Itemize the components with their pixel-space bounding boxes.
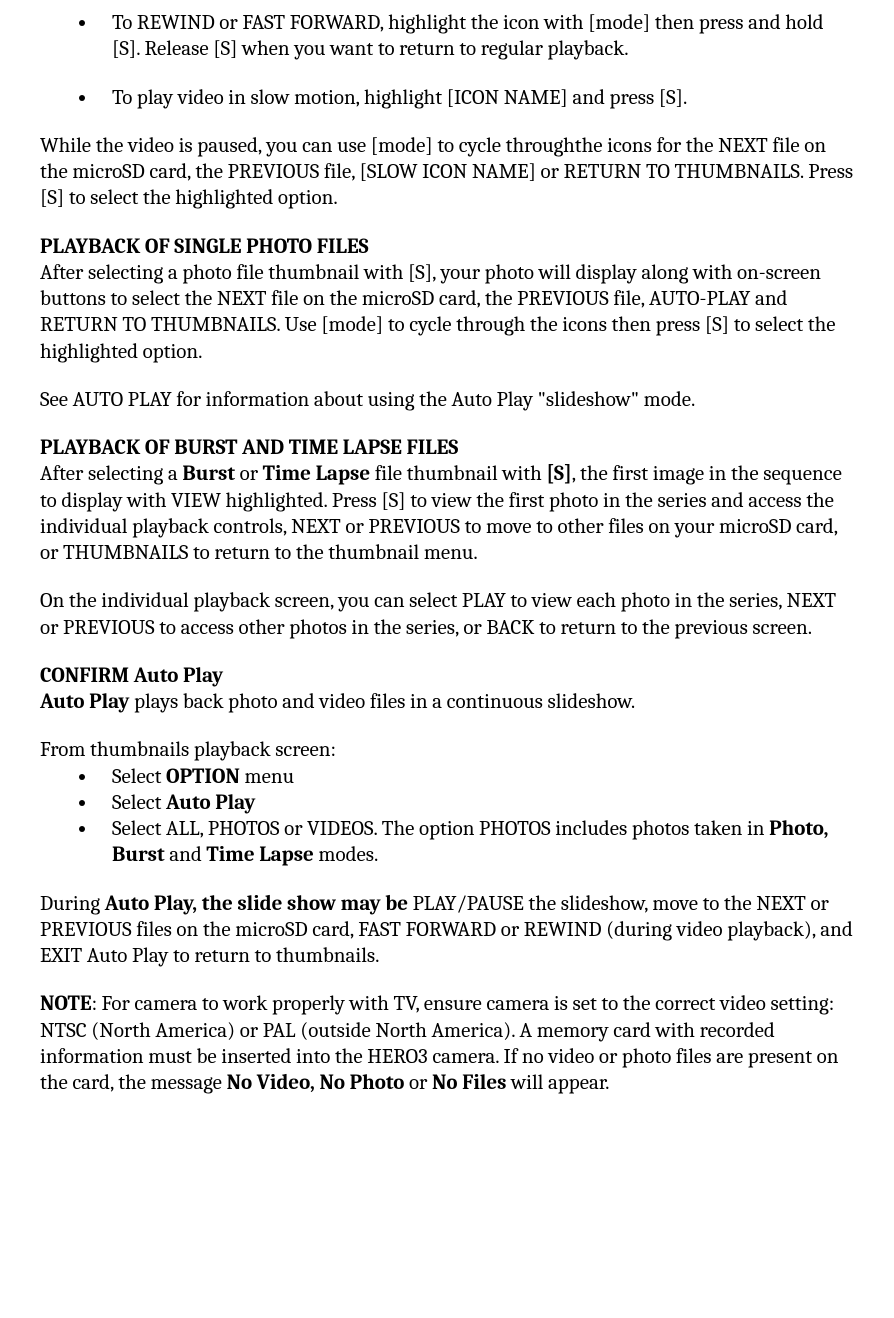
paragraph-single-photo: After selecting a photo file thumbnail w…: [40, 260, 854, 365]
step-select-option: Select OPTION menu: [98, 764, 854, 790]
paragraph-see-autoplay: See AUTO PLAY for information about usin…: [40, 387, 854, 413]
heading-burst-timelapse: PLAYBACK OF BURST AND TIME LAPSE FILES: [40, 435, 854, 461]
paragraph-note: NOTE: For camera to work properly with T…: [40, 991, 854, 1096]
step-select-autoplay: Select Auto Play: [98, 790, 854, 816]
bullet-rewind-ff: To REWIND or FAST FORWARD, highlight the…: [98, 10, 854, 63]
paragraph-individual-playback: On the individual playback screen, you c…: [40, 588, 854, 641]
heading-single-photo: PLAYBACK OF SINGLE PHOTO FILES: [40, 234, 854, 260]
paragraph-during-autoplay: During Auto Play, the slide show may be …: [40, 891, 854, 970]
bullet-slow-motion: To play video in slow motion, highlight …: [98, 85, 854, 111]
paragraph-burst: After selecting a Burst or Time Lapse fi…: [40, 461, 854, 566]
autoplay-steps: Select OPTION menu Select Auto Play Sele…: [40, 764, 854, 869]
paragraph-from-thumbnails: From thumbnails playback screen:: [40, 737, 854, 763]
top-bullets: To REWIND or FAST FORWARD, highlight the…: [40, 10, 854, 111]
step-select-all-photos-videos: Select ALL, PHOTOS or VIDEOS. The option…: [98, 816, 854, 869]
paragraph-paused: While the video is paused, you can use […: [40, 133, 854, 212]
paragraph-autoplay-desc: Auto Play plays back photo and video fil…: [40, 689, 854, 715]
heading-confirm-autoplay: CONFIRM Auto Play: [40, 663, 854, 689]
